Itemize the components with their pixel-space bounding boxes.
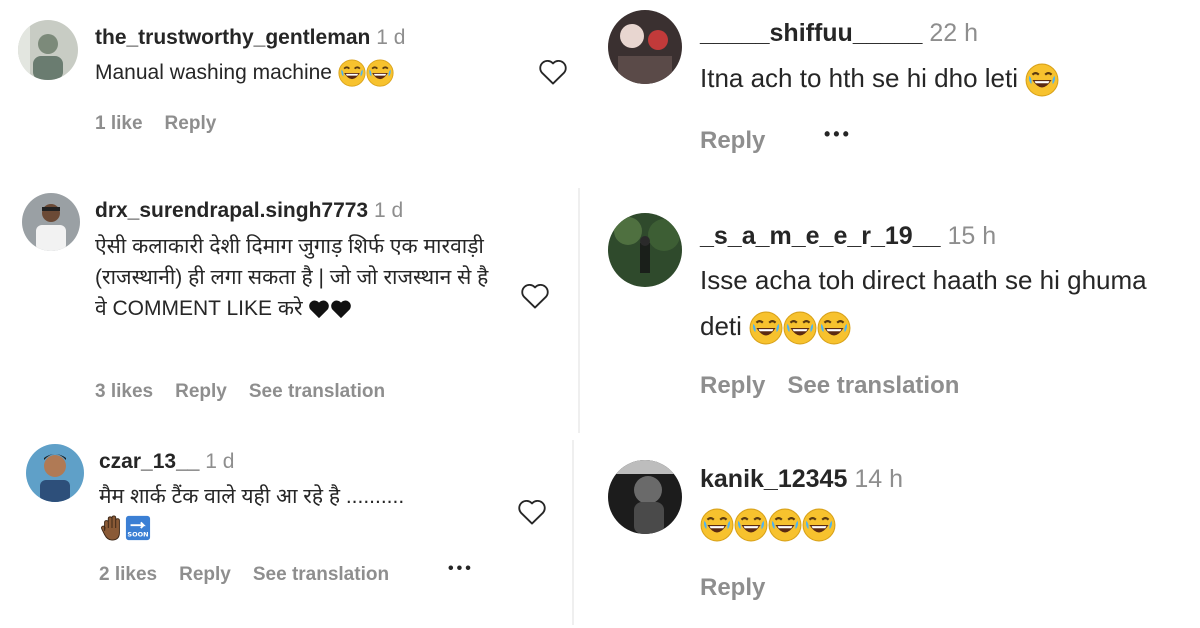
comment-text: Itna ach to hth se hi dho leti [700,63,1018,93]
comment-username[interactable]: drx_surendrapal.singh7773 [95,199,368,222]
avatar[interactable] [608,460,682,534]
comment-username[interactable]: _s_a_m_e_e_r_19__ [700,222,941,250]
heart-icon[interactable] [538,58,568,86]
avatar[interactable] [22,193,80,251]
black-heart-emoji [330,299,352,319]
comment-time[interactable]: 22 h [929,19,978,47]
comment-username[interactable]: czar_13__ [99,450,199,473]
reply-button[interactable]: Reply [700,127,765,154]
comment-text: Manual washing machine [95,61,332,84]
avatar[interactable] [18,20,78,80]
see-translation-link[interactable]: See translation [249,381,385,402]
laughing-emoji [802,508,836,542]
laughing-emoji [768,508,802,542]
laughing-emoji [734,508,768,542]
comment-time[interactable]: 1 d [374,199,403,222]
see-translation-link[interactable]: See translation [787,372,959,399]
like-count[interactable]: 1 like [95,113,143,134]
heart-icon[interactable] [520,282,550,310]
reply-button[interactable]: Reply [179,564,231,585]
column-divider [578,188,580,433]
like-count[interactable]: 3 likes [95,381,153,402]
reply-button[interactable]: Reply [700,574,765,601]
comment-time[interactable]: 1 d [205,450,234,473]
black-heart-emoji [308,299,330,319]
comment-time[interactable]: 1 d [376,26,405,49]
laughing-emoji [817,311,851,345]
more-options-icon[interactable]: ••• [448,560,474,578]
heart-icon[interactable] [517,498,547,526]
reply-button[interactable]: Reply [700,372,765,399]
avatar[interactable] [608,10,682,84]
laughing-emoji [783,311,817,345]
comment-text: ऐसी कलाकारी देशी दिमाग जुगाड़ शिर्फ एक म… [95,235,489,320]
more-options-icon[interactable]: ••• [824,124,852,145]
soon-arrow-emoji [125,515,151,541]
comment-text: मैम शार्क टैंक वाले यही आ रहे है .......… [99,485,405,508]
avatar[interactable] [608,213,682,287]
like-count[interactable]: 2 likes [99,564,157,585]
avatar[interactable] [26,444,84,502]
comment-time[interactable]: 15 h [947,222,996,250]
reply-button[interactable]: Reply [175,381,227,402]
laughing-emoji [700,508,734,542]
reply-button[interactable]: Reply [165,113,217,134]
comment-username[interactable]: the_trustworthy_gentleman [95,26,370,49]
comment-username[interactable]: _____shiffuu_____ [700,19,922,47]
comment-username[interactable]: kanik_12345 [700,465,847,493]
see-translation-link[interactable]: See translation [253,564,389,585]
laughing-emoji [1025,63,1059,97]
raised-hand-emoji [99,514,125,542]
laughing-emoji [749,311,783,345]
comment-time[interactable]: 14 h [854,465,903,493]
laughing-emoji [366,59,394,87]
column-divider [572,440,574,625]
laughing-emoji [338,59,366,87]
